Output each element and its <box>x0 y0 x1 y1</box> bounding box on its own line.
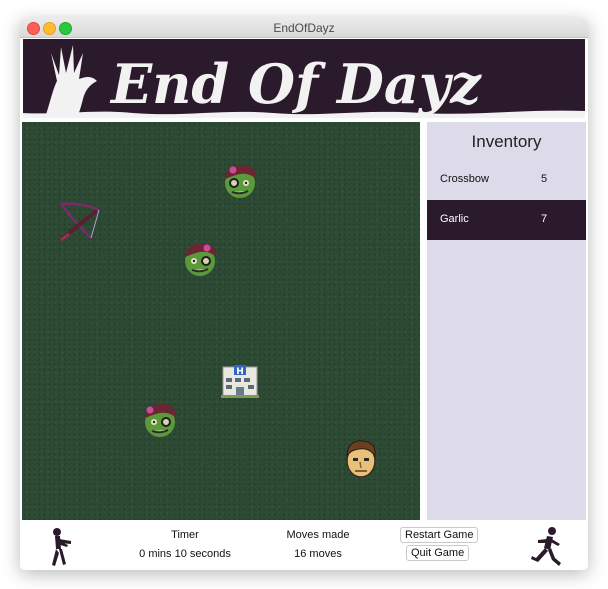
hospital-icon[interactable]: H <box>221 363 259 399</box>
running-man-icon <box>531 527 561 566</box>
crossbow-icon[interactable] <box>55 200 103 244</box>
zombie-icon[interactable] <box>180 239 220 279</box>
game-window: EndOfDayz End Of Dayz H Inventory Crossb… <box>20 18 588 570</box>
inventory-title: Inventory <box>471 132 542 151</box>
inventory-panel: Inventory Crossbow 5 Garlic 7 <box>427 122 586 520</box>
timer-value: 0 mins 10 seconds <box>139 548 231 560</box>
end-of-dayz-logo: End Of Dayz <box>23 45 585 118</box>
inventory-item-name: Garlic <box>440 213 469 225</box>
inventory-item-name: Crossbow <box>440 173 489 185</box>
player-icon[interactable] <box>341 438 381 480</box>
restart-game-button[interactable]: Restart Game <box>400 527 479 543</box>
zombie-walking-icon <box>52 528 71 566</box>
timer-label: Timer <box>171 529 199 541</box>
title-bar[interactable]: EndOfDayz <box>20 18 588 38</box>
status-bar: Timer 0 mins 10 seconds Moves made 16 mo… <box>20 520 588 570</box>
inventory-item-count: 5 <box>541 173 548 185</box>
game-board[interactable]: H <box>22 122 420 520</box>
quit-game-button[interactable]: Quit Game <box>406 545 470 561</box>
moves-label: Moves made <box>286 529 350 541</box>
logo-text: End Of Dayz <box>109 52 482 116</box>
inventory-item-garlic[interactable]: Garlic 7 <box>427 200 586 240</box>
svg-text:H: H <box>236 367 244 377</box>
inventory-item-crossbow[interactable]: Crossbow 5 <box>427 160 586 200</box>
zombie-icon[interactable] <box>220 161 260 201</box>
zombie-icon[interactable] <box>140 400 180 440</box>
moves-value: 16 moves <box>294 548 342 560</box>
game-banner: End Of Dayz <box>23 39 585 118</box>
inventory-item-count: 7 <box>541 213 548 225</box>
window-title: EndOfDayz <box>273 21 335 35</box>
